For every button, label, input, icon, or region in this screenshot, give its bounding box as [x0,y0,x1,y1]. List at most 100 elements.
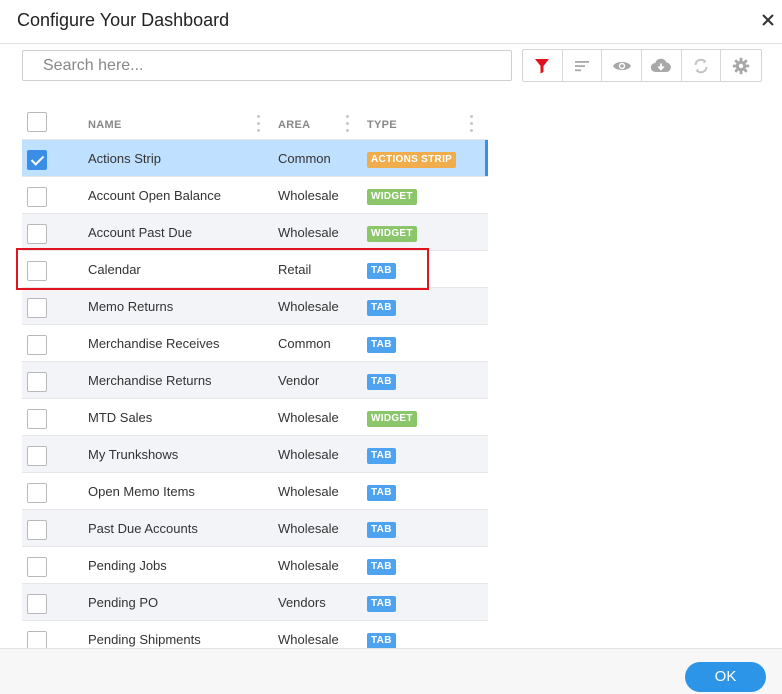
type-badge: TAB [367,485,396,501]
row-type: WIDGET [367,409,417,427]
type-badge: ACTIONS STRIP [367,152,457,168]
table-row[interactable]: Merchandise Receives Common TAB [22,325,488,362]
table-row[interactable]: My Trunkshows Wholesale TAB [22,436,488,473]
filter-icon [535,58,550,73]
select-all-checkbox[interactable] [27,112,47,132]
row-area: Wholesale [278,632,339,647]
type-badge: WIDGET [367,411,417,427]
row-name: Account Open Balance [88,188,221,203]
row-type: TAB [367,557,396,575]
row-area: Common [278,336,331,351]
row-name: Memo Returns [88,299,174,314]
type-badge: TAB [367,337,396,353]
type-badge: TAB [367,300,396,316]
table-row[interactable]: Memo Returns Wholesale TAB [22,288,488,325]
row-area: Vendors [278,595,326,610]
row-checkbox[interactable] [27,298,47,318]
widgets-grid: NAME AREA TYPE Actions Strip Common ACTION… [22,107,488,658]
row-name: Pending Jobs [88,558,167,573]
type-badge: WIDGET [367,189,417,205]
column-header-type[interactable]: TYPE [367,119,397,131]
row-area: Wholesale [278,521,339,536]
settings-button[interactable] [721,50,761,81]
column-header-name[interactable]: NAME [88,119,122,131]
search-input[interactable] [22,50,512,81]
column-header-area[interactable]: AREA [278,119,310,131]
row-checkbox[interactable] [27,372,47,392]
row-area: Vendor [278,373,320,388]
row-name: Account Past Due [88,225,193,240]
row-area: Wholesale [278,299,339,314]
refresh-button[interactable] [682,50,722,81]
table-row[interactable]: Pending PO Vendors TAB [22,584,488,621]
visibility-button[interactable] [602,50,643,81]
row-area: Wholesale [278,225,339,240]
row-checkbox[interactable] [27,483,47,503]
grid-header: NAME AREA TYPE [22,107,488,140]
row-checkbox[interactable] [27,520,47,540]
row-type: TAB [367,594,396,612]
row-checkbox[interactable] [27,446,47,466]
type-badge: TAB [367,559,396,575]
table-row[interactable]: Account Open Balance Wholesale WIDGET [22,177,488,214]
refresh-icon [694,58,708,73]
type-badge: WIDGET [367,226,417,242]
row-name: Open Memo Items [88,484,195,499]
row-name: Pending Shipments [88,632,201,647]
row-checkbox[interactable] [27,335,47,355]
eye-icon [612,61,631,70]
row-area: Wholesale [278,447,339,462]
row-type: WIDGET [367,187,417,205]
row-checkbox[interactable] [27,224,47,244]
download-button[interactable] [642,50,682,81]
table-row[interactable]: MTD Sales Wholesale WIDGET [22,399,488,436]
gear-icon [732,57,750,74]
type-badge: TAB [367,263,396,279]
dialog-footer [0,648,782,694]
table-row[interactable]: Account Past Due Wholesale WIDGET [22,214,488,251]
row-type: TAB [367,483,396,501]
row-type: TAB [367,261,396,279]
row-type: ACTIONS STRIP [367,150,457,168]
row-checkbox[interactable] [27,187,47,207]
row-type: TAB [367,631,396,649]
row-area: Wholesale [278,410,339,425]
close-icon[interactable] [758,10,778,30]
grid-toolbar [522,49,762,82]
table-row[interactable]: Actions Strip Common ACTIONS STRIP [22,140,488,177]
table-row[interactable]: Merchandise Returns Vendor TAB [22,362,488,399]
row-type: WIDGET [367,224,417,242]
column-resize-handle[interactable] [346,115,350,133]
dialog-title: Configure Your Dashboard [17,10,230,30]
table-row[interactable]: Pending Jobs Wholesale TAB [22,547,488,584]
row-name: Past Due Accounts [88,521,198,536]
row-name: Actions Strip [88,151,161,166]
column-resize-handle[interactable] [257,115,261,133]
table-row[interactable]: Open Memo Items Wholesale TAB [22,473,488,510]
table-row[interactable]: Calendar Retail TAB [22,251,488,288]
row-checkbox[interactable] [27,409,47,429]
ok-button[interactable]: OK [685,662,766,692]
filter-button[interactable] [523,50,563,81]
row-checkbox[interactable] [27,594,47,614]
row-area: Wholesale [278,188,339,203]
row-area: Common [278,151,331,166]
row-area: Retail [278,262,312,277]
row-checkbox[interactable] [27,557,47,577]
row-name: Merchandise Receives [88,336,220,351]
row-type: TAB [367,298,396,316]
row-type: TAB [367,372,396,390]
column-resize-handle[interactable] [470,115,474,133]
row-checkbox[interactable] [27,150,47,170]
table-row[interactable]: Past Due Accounts Wholesale TAB [22,510,488,547]
type-badge: TAB [367,448,396,464]
row-name: My Trunkshows [88,447,179,462]
row-area: Wholesale [278,484,339,499]
type-badge: TAB [367,596,396,612]
row-name: MTD Sales [88,410,153,425]
cloud-download-icon [651,58,672,72]
sort-button[interactable] [563,50,603,81]
row-area: Wholesale [278,558,339,573]
row-checkbox[interactable] [27,261,47,281]
row-type: TAB [367,520,396,538]
